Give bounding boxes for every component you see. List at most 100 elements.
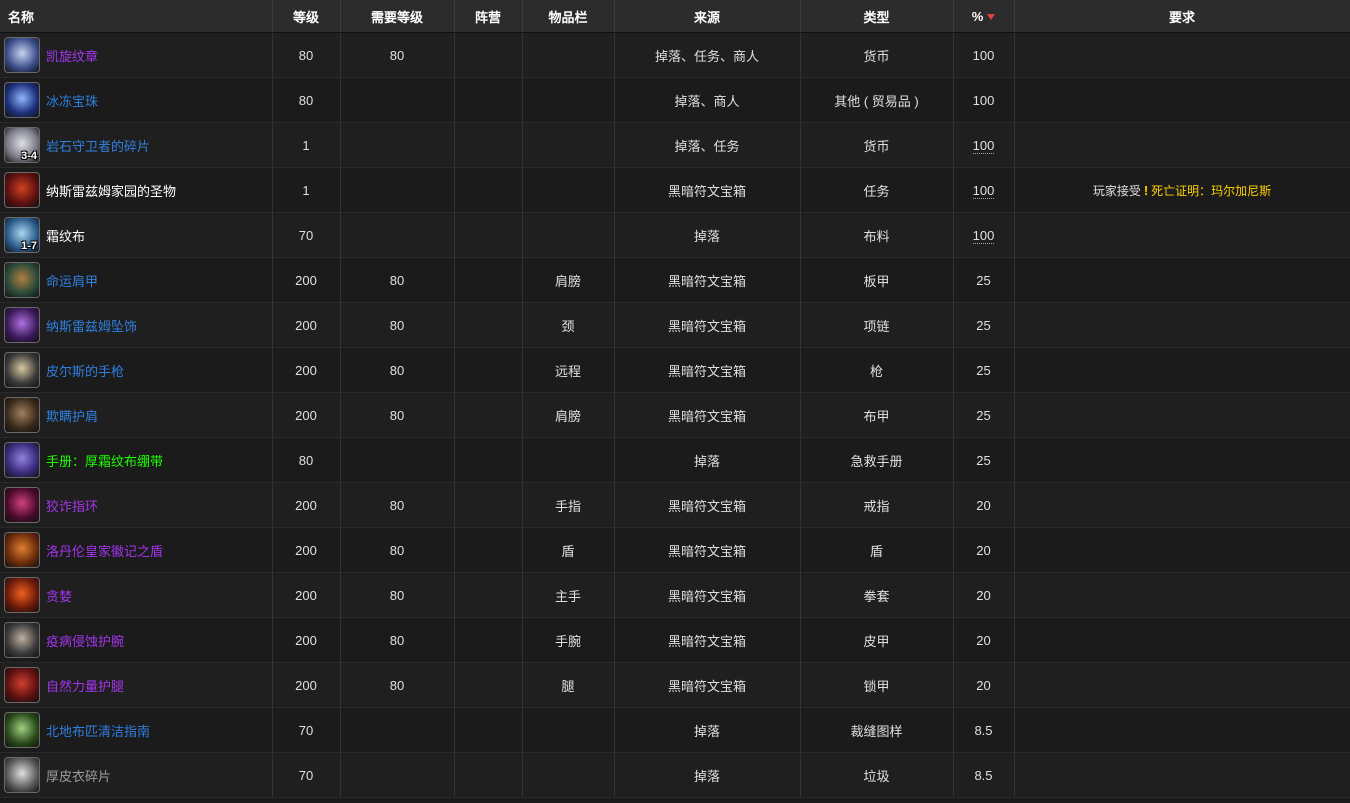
- leggings-icon[interactable]: [4, 667, 40, 703]
- item-link[interactable]: 冰冻宝珠: [46, 91, 98, 110]
- item-link[interactable]: 命运肩甲: [46, 271, 98, 290]
- item-name-wrap: 北地布匹清洁指南: [4, 712, 272, 748]
- table-row: 北地布匹清洁指南 70 掉落 裁缝图样 8.5: [0, 707, 1350, 753]
- drop-percent-cell: 20: [953, 572, 1015, 618]
- drop-percent-cell: 8.5: [953, 752, 1015, 798]
- fist-weapon-icon[interactable]: [4, 577, 40, 613]
- table-row: 3-4 岩石守卫者的碎片 1 掉落、任务 货币 100: [0, 122, 1350, 168]
- column-header-type[interactable]: 类型: [800, 0, 954, 33]
- drop-percent-cell: 8.5: [953, 707, 1015, 753]
- item-link[interactable]: 纳斯雷兹姆家园的圣物: [46, 181, 176, 200]
- item-level-cell: 70: [272, 752, 341, 798]
- type-cell: 布料: [800, 212, 954, 258]
- item-link[interactable]: 疫病侵蚀护腕: [46, 631, 124, 650]
- column-header-faction[interactable]: 阵营: [454, 0, 523, 33]
- item-level-cell: 70: [272, 212, 341, 258]
- faction-cell: [454, 482, 523, 528]
- drop-percent-value[interactable]: 100: [972, 227, 995, 244]
- type-cell: 其他 ( 贸易品 ): [800, 77, 954, 123]
- item-link[interactable]: 贪婪: [46, 586, 72, 605]
- bracer-icon[interactable]: [4, 622, 40, 658]
- source-cell: 黑暗符文宝箱: [614, 662, 801, 708]
- slot-cell: 颈: [522, 302, 615, 348]
- table-row: 凯旋纹章 80 80 掉落、任务、商人 货币 100: [0, 32, 1350, 78]
- source-cell: 黑暗符文宝箱: [614, 617, 801, 663]
- column-header-name[interactable]: 名称: [0, 0, 273, 33]
- requirement-cell: [1014, 77, 1350, 123]
- manual-book-icon[interactable]: [4, 442, 40, 478]
- slot-cell: [522, 77, 615, 123]
- item-name-cell: 凯旋纹章: [0, 32, 273, 78]
- shoulder-plate-icon[interactable]: [4, 262, 40, 298]
- faction-cell: [454, 617, 523, 663]
- drop-percent-value: 25: [976, 362, 991, 378]
- table-row: 疫病侵蚀护腕 200 80 手腕 黑暗符文宝箱 皮甲 20: [0, 617, 1350, 663]
- leather-scrap-icon[interactable]: [4, 757, 40, 793]
- required-level-cell: 80: [340, 302, 455, 348]
- slot-cell: 肩膀: [522, 257, 615, 303]
- item-link[interactable]: 自然力量护腿: [46, 676, 124, 695]
- type-cell: 盾: [800, 527, 954, 573]
- item-link[interactable]: 欺瞒护肩: [46, 406, 98, 425]
- item-link[interactable]: 霜纹布: [46, 226, 85, 245]
- emblem-of-triumph-icon[interactable]: [4, 37, 40, 73]
- requirement-quest-link[interactable]: 死亡证明：玛尔加尼斯: [1151, 184, 1271, 198]
- ring-icon[interactable]: [4, 487, 40, 523]
- column-header-source[interactable]: 来源: [614, 0, 801, 33]
- drop-percent-value[interactable]: 100: [972, 182, 995, 199]
- type-cell: 戒指: [800, 482, 954, 528]
- column-header-req-level[interactable]: 需要等级: [340, 0, 455, 33]
- item-link[interactable]: 皮尔斯的手枪: [46, 361, 124, 380]
- faction-cell: [454, 437, 523, 483]
- drop-percent-cell: 25: [953, 302, 1015, 348]
- pistol-icon[interactable]: [4, 352, 40, 388]
- drop-percent-cell: 100: [953, 122, 1015, 168]
- shield-icon[interactable]: [4, 532, 40, 568]
- column-header-level[interactable]: 等级: [272, 0, 341, 33]
- required-level-cell: [340, 707, 455, 753]
- frostweave-cloth-icon[interactable]: 1-7: [4, 217, 40, 253]
- drop-percent-value: 100: [972, 47, 995, 63]
- item-name-wrap: 欺瞒护肩: [4, 397, 272, 433]
- drop-percent-value[interactable]: 100: [972, 137, 995, 154]
- source-cell: 黑暗符文宝箱: [614, 167, 801, 213]
- pattern-book-icon[interactable]: [4, 712, 40, 748]
- item-link[interactable]: 凯旋纹章: [46, 46, 98, 65]
- item-link[interactable]: 岩石守卫者的碎片: [46, 136, 150, 155]
- drop-percent-value: 8.5: [974, 722, 993, 738]
- type-cell: 货币: [800, 32, 954, 78]
- faction-cell: [454, 32, 523, 78]
- table-row: 欺瞒护肩 200 80 肩膀 黑暗符文宝箱 布甲 25: [0, 392, 1350, 438]
- item-level-cell: 200: [272, 617, 341, 663]
- column-header-slot[interactable]: 物品栏: [522, 0, 615, 33]
- source-cell: 掉落: [614, 752, 801, 798]
- item-name-wrap: 皮尔斯的手枪: [4, 352, 272, 388]
- column-header-requirement[interactable]: 要求: [1014, 0, 1350, 33]
- item-link[interactable]: 洛丹伦皇家徽记之盾: [46, 541, 163, 560]
- item-link[interactable]: 北地布匹清洁指南: [46, 721, 150, 740]
- drop-percent-value: 20: [976, 497, 991, 513]
- item-link[interactable]: 纳斯雷兹姆坠饰: [46, 316, 137, 335]
- relic-icon[interactable]: [4, 172, 40, 208]
- required-level-cell: 80: [340, 662, 455, 708]
- cloth-shoulder-icon[interactable]: [4, 397, 40, 433]
- type-cell: 枪: [800, 347, 954, 393]
- drop-percent-value: 25: [976, 317, 991, 333]
- faction-cell: [454, 392, 523, 438]
- item-name-wrap: 狡诈指环: [4, 487, 272, 523]
- faction-cell: [454, 662, 523, 708]
- pendant-icon[interactable]: [4, 307, 40, 343]
- item-link[interactable]: 厚皮衣碎片: [46, 766, 111, 785]
- item-link[interactable]: 狡诈指环: [46, 496, 98, 515]
- frozen-orb-icon[interactable]: [4, 82, 40, 118]
- required-level-cell: [340, 122, 455, 168]
- column-header-percent[interactable]: %: [953, 0, 1015, 33]
- drop-percent-value: 20: [976, 542, 991, 558]
- slot-cell: 手腕: [522, 617, 615, 663]
- type-cell: 锁甲: [800, 662, 954, 708]
- item-name-cell: 手册：厚霜纹布绷带: [0, 437, 273, 483]
- stone-keeper-shard-icon[interactable]: 3-4: [4, 127, 40, 163]
- item-link[interactable]: 手册：厚霜纹布绷带: [46, 451, 163, 470]
- type-cell: 任务: [800, 167, 954, 213]
- faction-cell: [454, 572, 523, 618]
